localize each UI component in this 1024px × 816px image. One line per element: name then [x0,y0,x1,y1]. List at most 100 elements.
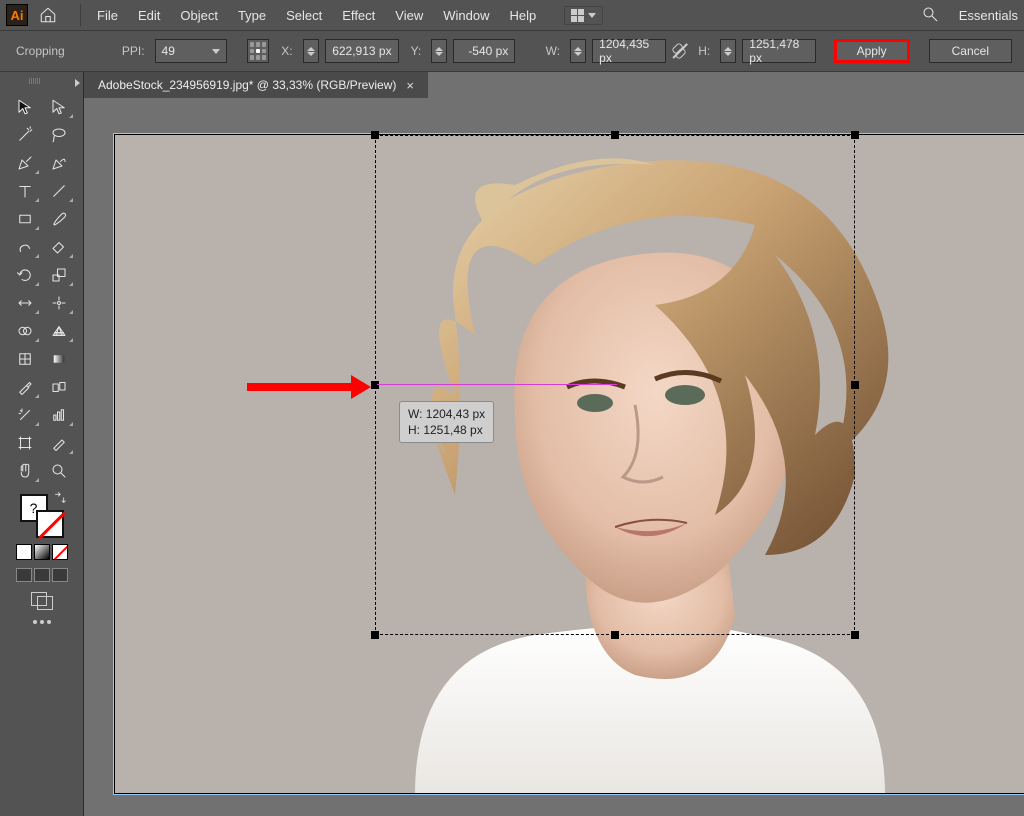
draw-normal[interactable] [16,568,32,582]
crop-handle-ml[interactable] [371,381,379,389]
menu-bar: Ai File Edit Object Type Select Effect V… [0,0,1024,30]
paintbrush-tool[interactable] [43,206,75,232]
menu-file[interactable]: File [87,4,128,27]
constrain-proportions-icon[interactable] [672,43,686,59]
artboard-tool[interactable] [9,430,41,456]
menu-object[interactable]: Object [170,4,228,27]
curvature-tool[interactable] [43,150,75,176]
mode-label: Cropping [16,44,65,58]
menu-type[interactable]: Type [228,4,276,27]
type-tool[interactable] [9,178,41,204]
arrange-documents-button[interactable] [564,6,603,25]
rectangle-tool[interactable] [9,206,41,232]
canvas-area: AdobeStock_234956919.jpg* @ 33,33% (RGB/… [84,72,1024,816]
document-tab-title: AdobeStock_234956919.jpg* @ 33,33% (RGB/… [98,78,396,92]
cancel-button[interactable]: Cancel [929,39,1012,63]
line-segment-tool[interactable] [43,178,75,204]
pen-tool[interactable] [9,150,41,176]
slice-tool[interactable] [43,430,75,456]
shaper-tool[interactable] [9,234,41,260]
workspace-switcher[interactable]: Essentials [959,8,1018,23]
rotate-tool[interactable] [9,262,41,288]
swap-fill-stroke-icon[interactable] [52,492,66,506]
eraser-tool[interactable] [43,234,75,260]
y-input[interactable]: -540 px [453,39,515,63]
panel-grip[interactable] [20,78,50,84]
color-mode-row [16,544,68,560]
color-mode-none[interactable] [52,544,68,560]
selection-tool[interactable] [9,94,41,120]
gradient-tool[interactable] [43,346,75,372]
measurement-tooltip: W: 1204,43 px H: 1251,48 px [399,401,494,443]
crop-handle-bm[interactable] [611,631,619,639]
blend-tool[interactable] [43,374,75,400]
workspace: ? AdobeStock_234956919.jpg* @ 33,33% (RG… [0,72,1024,816]
draw-behind[interactable] [34,568,50,582]
x-spinner[interactable] [303,39,319,63]
apply-button[interactable]: Apply [834,39,910,63]
menu-edit[interactable]: Edit [128,4,170,27]
grid-icon [571,9,584,22]
w-spinner[interactable] [570,39,586,63]
color-mode-gradient[interactable] [34,544,50,560]
ppi-value: 49 [162,44,175,58]
draw-inside[interactable] [52,568,68,582]
arrow-shaft [247,383,351,391]
crop-handle-bl[interactable] [371,631,379,639]
h-label: H: [698,44,710,58]
ppi-label: PPI: [122,44,145,58]
crop-handle-tr[interactable] [851,131,859,139]
direct-selection-tool[interactable] [43,94,75,120]
annotation-arrow [247,375,371,399]
measure-guide [377,384,617,385]
lasso-tool[interactable] [43,122,75,148]
perspective-grid-tool[interactable] [43,318,75,344]
eyedropper-tool[interactable] [9,374,41,400]
menu-window[interactable]: Window [433,4,499,27]
crop-handle-tl[interactable] [371,131,379,139]
crop-handle-br[interactable] [851,631,859,639]
magic-wand-tool[interactable] [9,122,41,148]
crop-marquee[interactable] [375,135,855,635]
document-tab[interactable]: AdobeStock_234956919.jpg* @ 33,33% (RGB/… [84,72,428,98]
home-button[interactable] [36,3,60,27]
screen-mode-button[interactable] [31,592,53,610]
scale-tool[interactable] [43,262,75,288]
menu-effect[interactable]: Effect [332,4,385,27]
search-button[interactable] [921,5,939,26]
x-label: X: [281,44,292,58]
fill-stroke-swatches[interactable]: ? [20,494,64,538]
ppi-dropdown[interactable]: 49 [155,39,227,63]
w-label: W: [546,44,560,58]
column-graph-tool[interactable] [43,402,75,428]
menu-view[interactable]: View [385,4,433,27]
width-tool[interactable] [9,290,41,316]
menu-select[interactable]: Select [276,4,332,27]
zoom-tool[interactable] [43,458,75,484]
draw-mode-row [16,568,68,582]
tool-panel: ? [0,72,84,816]
chevron-down-icon [212,49,220,54]
menu-help[interactable]: Help [499,4,546,27]
shape-builder-tool[interactable] [9,318,41,344]
symbol-sprayer-tool[interactable] [9,402,41,428]
artboard[interactable]: W: 1204,43 px H: 1251,48 px [114,134,1024,794]
crop-handle-tm[interactable] [611,131,619,139]
crop-handle-mr[interactable] [851,381,859,389]
arrow-head-icon [351,375,371,399]
control-bar: Cropping PPI: 49 X: 622,913 px Y: -540 p… [0,30,1024,72]
mesh-tool[interactable] [9,346,41,372]
collapse-panel-button[interactable] [71,79,83,87]
close-tab-icon[interactable]: × [406,78,414,93]
color-mode-solid[interactable] [16,544,32,560]
stroke-swatch[interactable] [36,510,64,538]
reference-point-selector[interactable] [247,39,269,63]
edit-toolbar-button[interactable] [33,620,51,624]
free-transform-tool[interactable] [43,290,75,316]
y-spinner[interactable] [431,39,447,63]
h-input[interactable]: 1251,478 px [742,39,816,63]
x-input[interactable]: 622,913 px [325,39,399,63]
w-input[interactable]: 1204,435 px [592,39,666,63]
hand-tool[interactable] [9,458,41,484]
h-spinner[interactable] [720,39,736,63]
